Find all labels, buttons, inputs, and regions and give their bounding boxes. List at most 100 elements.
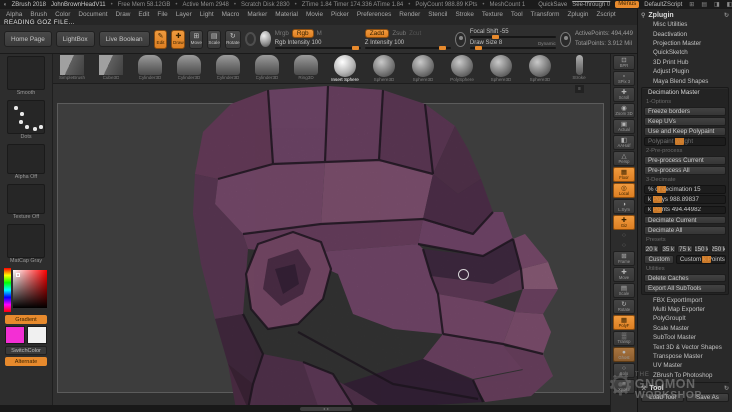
solo-button[interactable]: ○ Solo (613, 363, 635, 378)
ghost-button[interactable]: ● Ghost (613, 347, 635, 362)
zplugin-palette-header[interactable]: ⚲ Zplugin ↻ (641, 10, 729, 20)
stroke-preview-icon[interactable] (454, 31, 466, 47)
scale3d-button[interactable]: ▤ Scale (613, 283, 635, 298)
transpose-master-item[interactable]: Transpose Master (641, 352, 729, 361)
zsub-button[interactable]: Zsub (392, 30, 406, 37)
tool-palette-header[interactable]: ⚒ Tool ↻ (641, 382, 729, 393)
quick-pick-item[interactable]: Cube3D (94, 55, 128, 83)
menu-item-light[interactable]: Light (200, 11, 214, 18)
menu-item-alpha[interactable]: Alpha (6, 11, 22, 18)
transp-button[interactable]: ▒ Transp (613, 331, 635, 346)
quicksketch-item[interactable]: QuickSketch (641, 48, 729, 57)
live-boolean-button[interactable]: Live Boolean (98, 31, 150, 47)
menu-item-picker[interactable]: Picker (331, 11, 349, 18)
adjust-plugin-item[interactable]: Adjust Plugin (641, 67, 729, 76)
k-points-slider[interactable]: k Points 494.44982 (644, 205, 726, 215)
quick-pick-item[interactable]: Sphere3D (523, 55, 557, 83)
home-page-button[interactable]: Home Page (4, 31, 52, 47)
paste-icon[interactable]: ◧ (727, 1, 732, 8)
frame-button[interactable]: ⊞ Frame (613, 251, 635, 266)
zadd-button[interactable]: Zadd (364, 29, 390, 38)
move3d-button[interactable]: ✚ Move (613, 267, 635, 282)
menu-item-file[interactable]: File (157, 11, 167, 18)
persp-button[interactable]: △ Persp (613, 151, 635, 166)
menu-item-color[interactable]: Color (55, 11, 70, 18)
subtool-master-item[interactable]: SubTool Master (641, 333, 729, 342)
keep-polypaint-button[interactable]: Use and Keep Polypaint (644, 127, 726, 136)
quick-pick-item[interactable]: Cylinder3D (250, 55, 284, 83)
aahalf-button[interactable]: ◧ AAHalf (613, 135, 635, 150)
m-button[interactable]: M (317, 30, 322, 37)
scrollbar-handle[interactable]: ◂ ▸ (300, 406, 352, 411)
k-polys-slider[interactable]: k Polys 988.89837 (644, 195, 726, 205)
menu-item-preferences[interactable]: Preferences (357, 11, 391, 18)
alternate-button[interactable]: Alternate (5, 357, 47, 366)
main-color-swatch[interactable] (5, 326, 25, 344)
viewport-canvas[interactable]: ≡ (53, 84, 610, 405)
quick-pick-item[interactable]: SimpleBrush (55, 55, 89, 83)
color-picker[interactable] (4, 268, 48, 312)
quick-pick-item[interactable]: Cylinder3D (172, 55, 206, 83)
load-tool-button[interactable]: Load Tool (641, 393, 684, 402)
preset-35k-button[interactable]: 35 k (660, 244, 676, 254)
custom-k-points-slider[interactable]: Custom k Points 30 (675, 254, 726, 264)
copy-icon[interactable]: ◨ (714, 1, 720, 8)
keep-uvs-button[interactable]: Keep UVs (644, 117, 726, 126)
draw-size-slider[interactable]: Draw Size 8 Dynamic (469, 40, 556, 50)
export-all-subtools-button[interactable]: Export All SubTools (644, 283, 726, 293)
menu-item-zplugin[interactable]: Zplugin (568, 11, 589, 18)
uv-master-item[interactable]: UV Master (641, 361, 729, 370)
secondary-color-swatch[interactable] (27, 326, 47, 344)
quick-pick-item[interactable]: Cylinder3D (211, 55, 245, 83)
current-material-icon[interactable] (259, 31, 271, 47)
menu-item-texture[interactable]: Texture (482, 11, 503, 18)
menu-item-zscript[interactable]: Zscript (596, 11, 615, 18)
see-through-slider[interactable]: See-through 0 (572, 2, 610, 8)
sculpted-head-model[interactable] (53, 84, 610, 405)
scroll-right-icon[interactable]: ▸ (327, 406, 329, 411)
3d-print-hub-item[interactable]: 3D Print Hub (641, 58, 729, 67)
floor-button[interactable]: ▦ Floor (613, 167, 635, 182)
default-zscript-button[interactable]: DefaultZScript (644, 2, 682, 8)
menu-item-stroke[interactable]: Stroke (455, 11, 473, 18)
bottom-scrollbar[interactable]: ◂ ▸ (0, 405, 610, 412)
menus-toggle[interactable]: Menus (615, 1, 640, 8)
rgb-intensity-slider[interactable]: Rgb Intensity 100 (274, 40, 361, 50)
menu-item-document[interactable]: Document (78, 11, 107, 18)
xpose-button[interactable]: ≡ Xpose (613, 379, 635, 394)
orbit-dot-icon[interactable]: ○ (613, 241, 635, 250)
scroll-button[interactable]: ✚ Scroll (613, 87, 635, 102)
quick-pick-item[interactable]: Sphere3D (406, 55, 440, 83)
restore-icon[interactable]: ↻ (724, 12, 729, 19)
menu-item-stencil[interactable]: Stencil (428, 11, 447, 18)
deactivation-item[interactable]: Deactivation (641, 29, 729, 38)
fbx-exportimport-item[interactable]: FBX ExportImport (641, 296, 729, 305)
zbrush-to-photoshop-item[interactable]: ZBrush To Photoshop (641, 371, 729, 380)
pt-sel-icon[interactable] (244, 32, 256, 46)
delete-caches-button[interactable]: Delete Caches (644, 273, 726, 283)
menu-item-material[interactable]: Material (275, 11, 298, 18)
quicksave-button[interactable]: QuickSave (538, 2, 567, 8)
move-mode-button[interactable]: ⊞ Move (189, 29, 204, 49)
current-texture-thumb[interactable]: Texture Off (6, 184, 46, 221)
quick-pick-item[interactable]: Ring3D (289, 55, 323, 83)
scale-mode-button[interactable]: ▤ Scale (207, 29, 222, 49)
rotate3d-button[interactable]: ↻ Rotate (613, 299, 635, 314)
zcut-button[interactable]: Zcut (409, 30, 421, 37)
restore-icon[interactable]: ↻ (724, 385, 729, 392)
rotate-mode-button[interactable]: ↻ Rotate (225, 29, 241, 49)
polygroupit-item[interactable]: PolyGroupIt (641, 314, 729, 323)
lsym-button[interactable]: ◑ L.Sym (613, 199, 635, 214)
maya-blend-shapes-item[interactable]: Maya Blend Shapes (641, 76, 729, 85)
projection-master-item[interactable]: Projection Master (641, 39, 729, 48)
mrgb-button[interactable]: Mrgb (275, 30, 289, 37)
menu-item-movie[interactable]: Movie (306, 11, 323, 18)
custom-button[interactable]: Custom (644, 254, 675, 264)
misc-utilities-item[interactable]: Misc Utilities (641, 20, 729, 29)
current-material-thumb[interactable]: MatCap Gray (6, 224, 46, 265)
quick-pick-item[interactable]: Sphere3D (484, 55, 518, 83)
quick-pick-item[interactable]: Stroke (562, 55, 596, 83)
preset-75k-button[interactable]: 75 k (677, 244, 693, 254)
actual-button[interactable]: ▣ Actual (613, 119, 635, 134)
zoom3d-button[interactable]: ◉ Zoom 3D (613, 103, 635, 118)
